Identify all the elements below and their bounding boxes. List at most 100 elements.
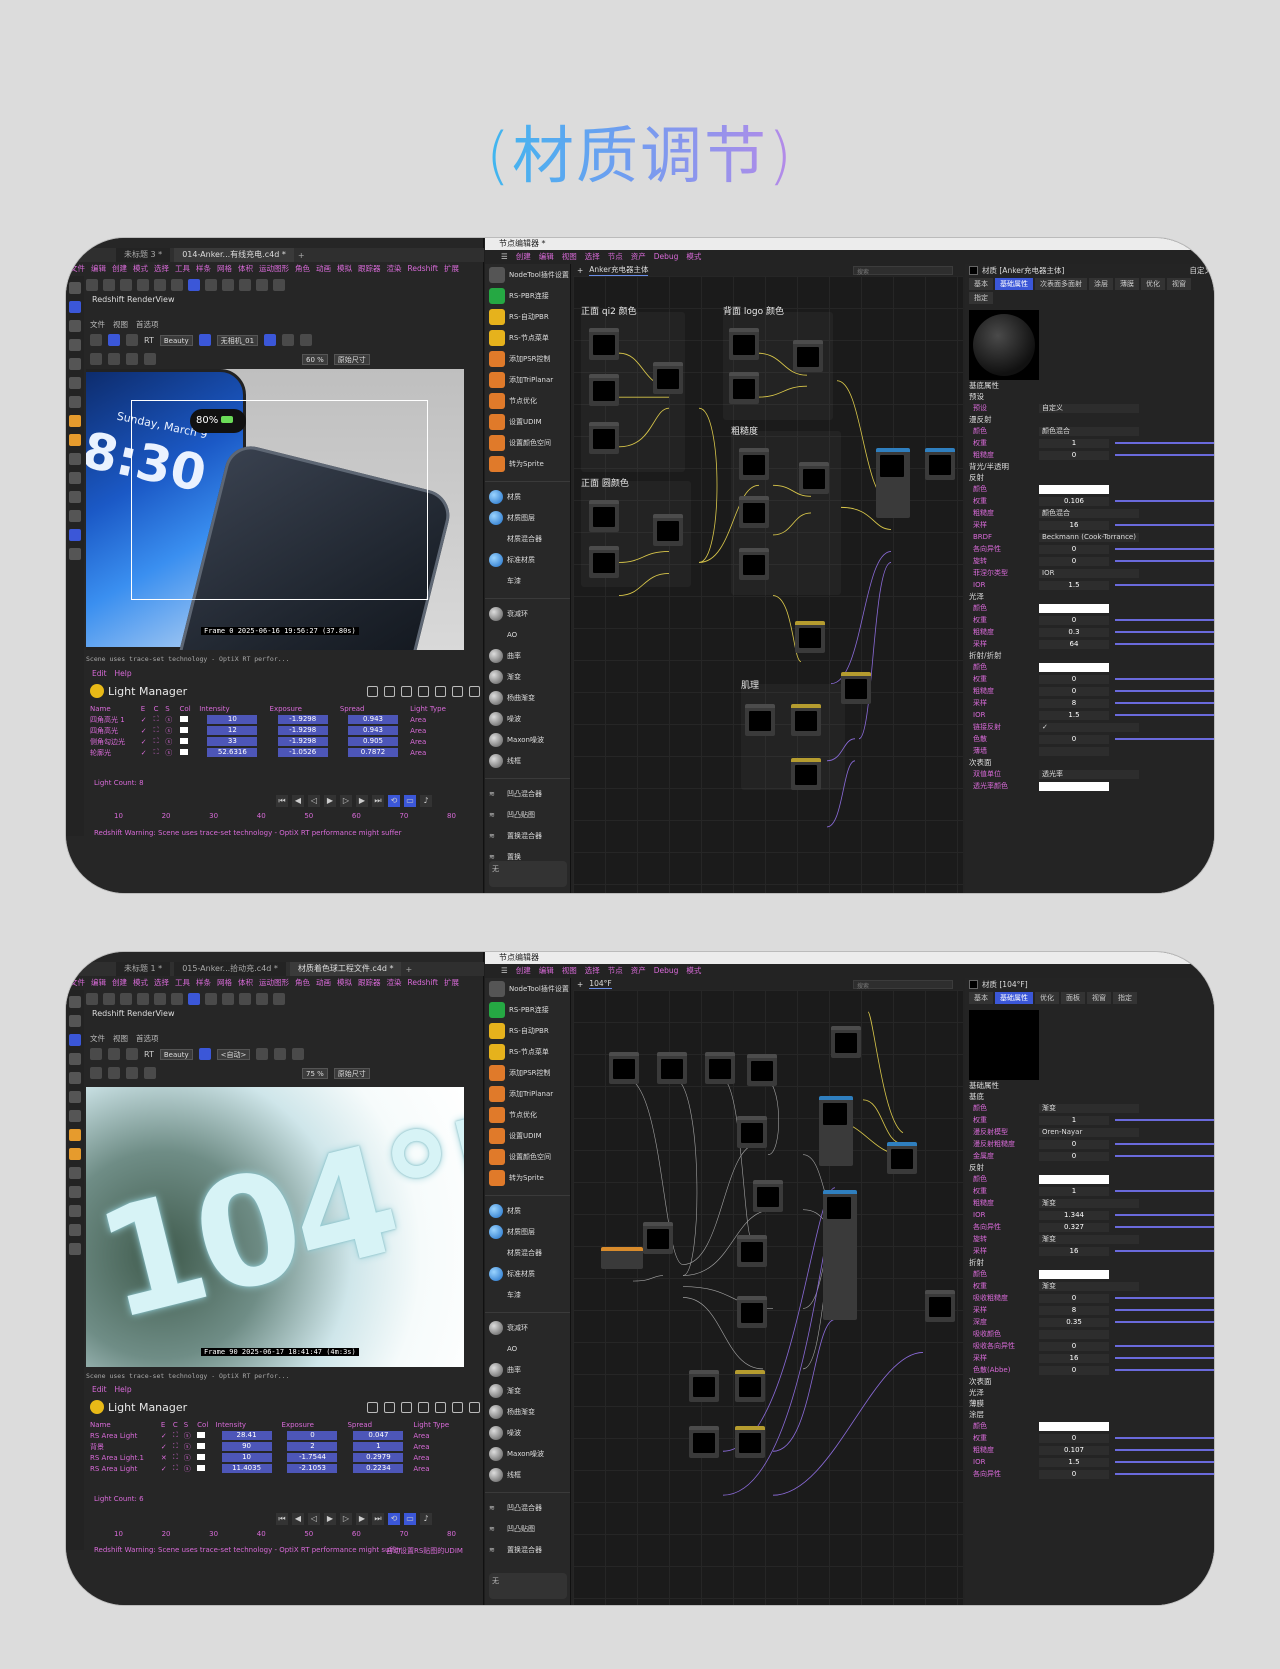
magnet-icon[interactable] [69, 491, 81, 503]
color-swatch[interactable] [178, 747, 198, 758]
enabled-toggle[interactable]: ✓ [159, 1441, 171, 1452]
menu-item[interactable]: 选择 [154, 977, 169, 988]
light-icon[interactable] [256, 279, 268, 291]
menu-item[interactable]: 角色 [295, 263, 310, 274]
attr-value[interactable]: 1.5 [1039, 580, 1109, 590]
menu-item[interactable]: 样条 [196, 977, 211, 988]
column-header[interactable]: Exposure [268, 704, 338, 714]
column-header[interactable]: Col [178, 704, 198, 714]
attr-tab[interactable]: 次表面多面射 [1035, 278, 1087, 290]
light-type[interactable]: Area [408, 714, 460, 725]
attr-slider[interactable] [1115, 1473, 1214, 1475]
timeline-icon[interactable]: ▭ [404, 795, 416, 807]
undo-icon[interactable] [86, 279, 98, 291]
bottom-note-box[interactable]: 无 [489, 1573, 567, 1599]
texture-node[interactable] [689, 1370, 719, 1402]
rt-label[interactable]: RT [144, 336, 154, 345]
next-key-icon[interactable]: ▶ [356, 1513, 368, 1525]
camera-select[interactable]: <自动> [216, 1048, 251, 1060]
menu-item[interactable]: 模式 [686, 251, 701, 262]
exposure-value[interactable]: -1.0526 [277, 748, 328, 757]
color-swatch[interactable] [195, 1441, 213, 1452]
attr-slider[interactable] [1115, 548, 1214, 550]
column-header[interactable]: S [182, 1420, 195, 1430]
attr-slider[interactable] [1115, 1321, 1214, 1323]
column-header[interactable]: Spread [338, 704, 408, 714]
menu-item[interactable]: 编辑 [91, 977, 106, 988]
sound-icon[interactable]: ♪ [420, 795, 432, 807]
library-item[interactable]: 材质 [485, 1200, 570, 1221]
move-tool-icon[interactable] [69, 301, 81, 313]
play-icon[interactable]: ▶ [324, 1513, 336, 1525]
attr-section-title[interactable]: 基底 [965, 1091, 1214, 1102]
library-item[interactable]: 杨曲渐变 [485, 1401, 570, 1422]
attr-tab[interactable]: 指定 [969, 292, 993, 304]
library-item[interactable]: ≋ 凹凸混合器 [485, 1497, 570, 1518]
attr-slider[interactable] [1115, 1357, 1214, 1359]
camera-toggle-icon[interactable]: ⛶ [152, 747, 164, 758]
intensity-field[interactable]: 11.4035 [214, 1463, 280, 1474]
attr-value[interactable] [1039, 1269, 1109, 1279]
solo-toggle-icon[interactable]: ⓢ [182, 1463, 195, 1474]
attr-tab[interactable]: 优化 [1141, 278, 1165, 290]
attr-value[interactable]: 0 [1039, 544, 1109, 554]
snowflake-icon[interactable] [292, 1048, 305, 1060]
attr-slider[interactable] [1115, 631, 1214, 633]
menu-item[interactable]: 文件 [70, 977, 85, 988]
attr-section-title[interactable]: 漫反射 [965, 414, 1214, 425]
attr-value[interactable]: 1 [1039, 1115, 1109, 1125]
attr-section-title[interactable]: 基底属性 [965, 380, 1214, 391]
exposure-value[interactable]: 0 [287, 1431, 338, 1440]
attr-section-title[interactable]: 反射 [965, 472, 1214, 483]
library-item[interactable]: 转为Sprite [485, 1167, 570, 1188]
column-header[interactable]: Light Type [411, 1420, 460, 1430]
attr-value[interactable]: 16 [1039, 1246, 1109, 1256]
attr-value[interactable]: 1.5 [1039, 1457, 1109, 1467]
spread-field[interactable]: 0.2979 [345, 1452, 411, 1463]
sphere-icon[interactable] [239, 993, 251, 1005]
intensity-value[interactable]: 28.41 [221, 1431, 272, 1440]
light-row[interactable]: 背景 ✓ ⛶ ⓢ 90 2 1 Area [88, 1441, 460, 1452]
attr-section-title[interactable]: 涂层 [965, 1409, 1214, 1420]
spread-value[interactable]: 0.2234 [353, 1464, 404, 1473]
bottom-note-box[interactable]: 无 [489, 861, 567, 887]
menu-item[interactable]: 运动图形 [259, 263, 289, 274]
attr-value[interactable] [1039, 746, 1109, 756]
library-item[interactable]: RS-PBR连接 [485, 999, 570, 1020]
attr-value[interactable] [1039, 1329, 1109, 1339]
render-region-box[interactable] [131, 400, 428, 600]
menu-item[interactable]: 模式 [686, 965, 701, 976]
library-item[interactable]: 设置UDIM [485, 1125, 570, 1146]
new-tab-button[interactable]: + [298, 251, 305, 260]
attr-tab[interactable]: 基本 [969, 992, 993, 1004]
menu-item[interactable]: 运动图形 [259, 977, 289, 988]
menu-item[interactable]: 编辑 [539, 251, 554, 262]
attr-value[interactable] [1039, 662, 1109, 672]
library-item[interactable]: NodeTool插件设置 [485, 264, 570, 285]
add-icon[interactable] [126, 1067, 138, 1079]
light-name[interactable]: 四角高光 1 [88, 714, 139, 725]
color-swatch[interactable] [178, 725, 198, 736]
library-item[interactable]: 添加TriPlanar [485, 369, 570, 390]
cloner-icon[interactable] [69, 1148, 81, 1160]
camera-toggle-icon[interactable]: ⛶ [171, 1430, 182, 1441]
intensity-value[interactable]: 33 [207, 737, 258, 746]
attr-value[interactable]: 渐变 [1039, 1281, 1139, 1291]
intensity-field[interactable]: 52.6316 [197, 747, 267, 758]
node-search-input[interactable]: 搜索 [853, 979, 953, 990]
attr-slider[interactable] [1115, 500, 1214, 502]
attr-section-title[interactable]: 背光/半透明 [965, 461, 1214, 472]
library-item[interactable]: 节点优化 [485, 390, 570, 411]
attr-value[interactable] [1039, 781, 1109, 791]
attr-value[interactable]: 0 [1039, 686, 1109, 696]
library-item[interactable]: 材质混合器 [485, 528, 570, 549]
render-active-icon[interactable] [188, 993, 200, 1005]
lm-edit-menu[interactable]: Edit [92, 669, 107, 678]
node-canvas[interactable] [573, 990, 963, 1605]
attr-section-title[interactable]: 反射 [965, 1162, 1214, 1173]
menu-item[interactable]: Debug [654, 966, 679, 975]
light-name[interactable]: RS Area Light.1 [88, 1452, 159, 1463]
zoom-field[interactable]: 60 % [302, 353, 328, 365]
library-item[interactable]: Maxon噪波 [485, 1443, 570, 1464]
attr-slider[interactable] [1115, 619, 1214, 621]
